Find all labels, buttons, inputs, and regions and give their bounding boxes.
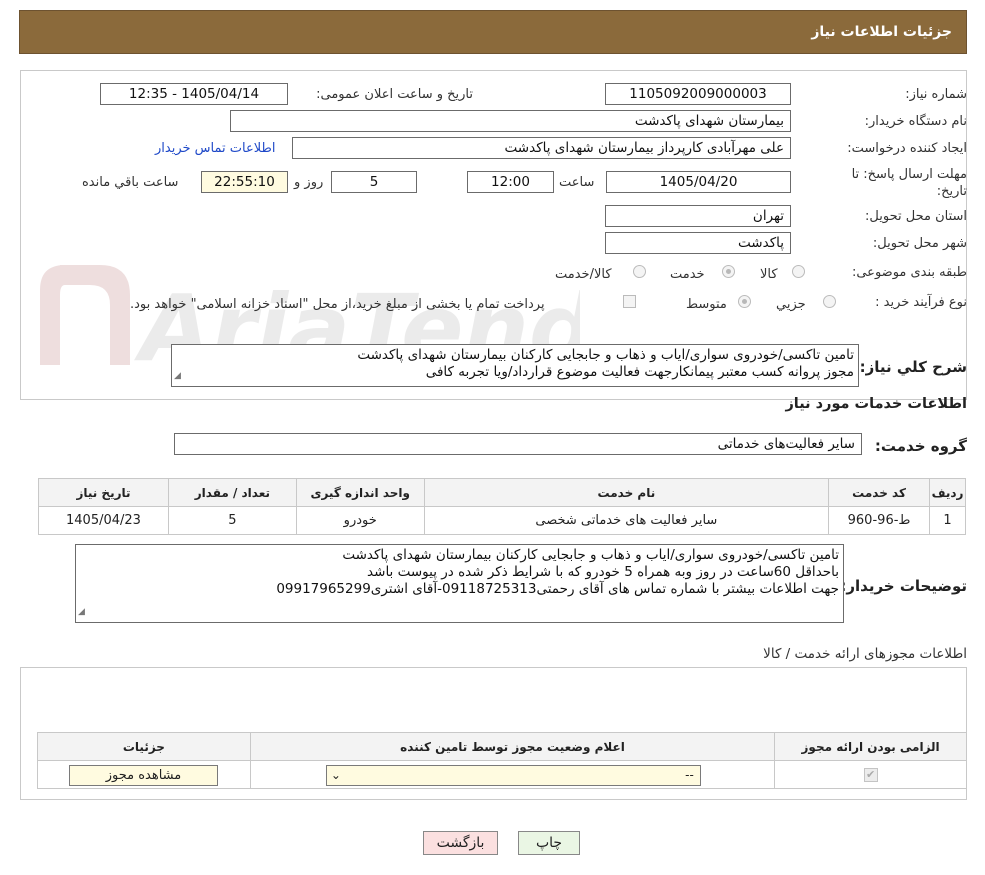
treasury-payment-checkbox[interactable] xyxy=(623,295,636,308)
buyer-contact-link[interactable]: اطلاعات تماس خریدار xyxy=(155,141,275,156)
purchase-type-label: نوع فرآیند خرید : xyxy=(875,295,967,310)
col-service-name: نام خدمت xyxy=(423,478,830,507)
col-service-code: کد خدمت xyxy=(828,478,931,507)
remaining-time-label: ساعت باقي مانده xyxy=(82,175,179,190)
services-table-header: ردیف کد خدمت نام خدمت واحد اندازه گیری ت… xyxy=(38,478,966,507)
cell-service-name: سایر فعالیت های خدماتی شخصی xyxy=(423,506,830,535)
description-textarea: تامین تاکسی/خودروی سواری/ایاب و ذهاب و ج… xyxy=(171,344,859,387)
buyer-notes-line-1: تامین تاکسی/خودروی سواری/ایاب و ذهاب و ج… xyxy=(342,547,839,563)
cell-permit-details: مشاهده مجوز xyxy=(37,760,251,789)
announce-datetime-label: تاریخ و ساعت اعلان عمومی: xyxy=(316,87,473,102)
deadline-time-label: ساعت xyxy=(559,175,595,190)
cell-unit: خودرو xyxy=(295,506,425,535)
purchase-option-medium: متوسط xyxy=(686,297,727,312)
cell-quantity: 5 xyxy=(167,506,297,535)
col-permit-details: جزئیات xyxy=(37,732,251,761)
buyer-notes-textarea: تامین تاکسی/خودروی سواری/ایاب و ذهاب و ج… xyxy=(75,544,844,623)
print-button[interactable]: چاپ xyxy=(518,831,580,855)
permits-table: الزامی بودن ارائه مجوز اعلام وضعیت مجوز … xyxy=(37,732,967,789)
deadline-days-field: 5 xyxy=(331,171,417,193)
deadline-label: مهلت ارسال پاسخ: تا تاریخ: xyxy=(851,167,967,199)
remaining-time-field: 22:55:10 xyxy=(201,171,288,193)
services-section-title: اطلاعات خدمات مورد نیاز xyxy=(785,396,967,412)
service-group-field: سایر فعالیت‌های خدماتی xyxy=(174,433,862,455)
buyer-notes-line-2: باحداقل 60ساعت در روز وبه همراه 5 خودرو … xyxy=(367,564,839,580)
table-row: 1 ط-96-960 سایر فعالیت های خدماتی شخصی خ… xyxy=(38,506,966,535)
announce-datetime-field: 1405/04/14 - 12:35 xyxy=(100,83,288,105)
category-option-service: خدمت xyxy=(670,267,705,282)
category-option-goods-service: کالا/خدمت xyxy=(555,267,612,282)
cell-permit-status: ⌄ -- xyxy=(249,760,776,789)
cell-need-date: 1405/04/23 xyxy=(38,506,169,535)
need-number-field: 1105092009000003 xyxy=(605,83,791,105)
cell-service-code: ط-96-960 xyxy=(828,506,931,535)
view-permit-button[interactable]: مشاهده مجوز xyxy=(69,765,218,786)
province-field: تهران xyxy=(605,205,791,227)
province-label: استان محل تحویل: xyxy=(865,209,967,224)
city-field: پاکدشت xyxy=(605,232,791,254)
services-table: ردیف کد خدمت نام خدمت واحد اندازه گیری ت… xyxy=(38,478,966,535)
buyer-notes-line-3: جهت اطلاعات بیشتر با شماره تماس های آقای… xyxy=(276,581,839,597)
back-button[interactable]: بازگشت xyxy=(423,831,498,855)
col-permit-status: اعلام وضعیت مجوز توسط تامین کننده xyxy=(249,732,776,761)
page-title: جزئیات اطلاعات نیاز xyxy=(811,24,952,40)
description-label: شرح کلي نیاز: xyxy=(859,358,967,376)
purchase-radio-minor[interactable] xyxy=(823,295,836,308)
purchase-option-minor: جزیي xyxy=(776,297,806,312)
buyer-notes-label: توضیحات خریدار: xyxy=(840,577,967,595)
buyer-org-label: نام دستگاه خریدار: xyxy=(864,114,967,129)
city-label: شهر محل تحویل: xyxy=(872,236,967,251)
deadline-date-field: 1405/04/20 xyxy=(606,171,791,193)
cell-row-number: 1 xyxy=(929,506,966,535)
permit-required-checkbox: ✔ xyxy=(863,767,878,782)
col-unit: واحد اندازه گیری xyxy=(295,478,425,507)
col-need-date: تاریخ نیاز xyxy=(38,478,169,507)
chevron-down-icon: ⌄ xyxy=(330,768,341,782)
description-line-1: تامین تاکسی/خودروی سواری/ایاب و ذهاب و ج… xyxy=(357,347,854,363)
resize-grip-icon[interactable]: ◢ xyxy=(174,368,181,385)
deadline-days-label: روز و xyxy=(294,175,324,190)
resize-grip-icon[interactable]: ◢ xyxy=(78,604,85,621)
table-row: ✔ ⌄ -- مشاهده مجوز xyxy=(37,760,967,789)
need-number-label: شماره نیاز: xyxy=(905,87,967,102)
cell-permit-required: ✔ xyxy=(774,760,967,789)
category-label: طبقه بندی موضوعی: xyxy=(851,265,967,280)
col-quantity: تعداد / مقدار xyxy=(167,478,297,507)
creator-label: ایجاد کننده درخواست: xyxy=(847,141,967,156)
col-permit-required: الزامی بودن ارائه مجوز xyxy=(774,732,967,761)
treasury-payment-note: پرداخت تمام یا بخشی از مبلغ خرید،از محل … xyxy=(130,297,545,312)
description-line-2: مجوز پروانه کسب معتبر پیمانکارجهت فعالیت… xyxy=(425,364,854,380)
permits-section-title: اطلاعات مجوزهای ارائه خدمت / کالا xyxy=(763,646,967,662)
category-radio-service[interactable] xyxy=(722,265,735,278)
category-radio-goods[interactable] xyxy=(792,265,805,278)
category-option-goods: کالا xyxy=(760,267,778,282)
creator-field: علی مهرآبادی کارپرداز بیمارستان شهدای پا… xyxy=(292,137,791,159)
deadline-time-field: 12:00 xyxy=(467,171,554,193)
permits-table-header: الزامی بودن ارائه مجوز اعلام وضعیت مجوز … xyxy=(37,732,967,761)
permit-status-select[interactable]: ⌄ -- xyxy=(325,765,701,786)
service-group-label: گروه خدمت: xyxy=(874,437,967,455)
permit-status-value: -- xyxy=(685,768,694,782)
buyer-org-field: بیمارستان شهدای پاکدشت xyxy=(230,110,791,132)
page-header: جزئیات اطلاعات نیاز xyxy=(19,10,967,54)
category-radio-goods-service[interactable] xyxy=(633,265,646,278)
purchase-radio-medium[interactable] xyxy=(738,295,751,308)
col-row-number: ردیف xyxy=(929,478,966,507)
